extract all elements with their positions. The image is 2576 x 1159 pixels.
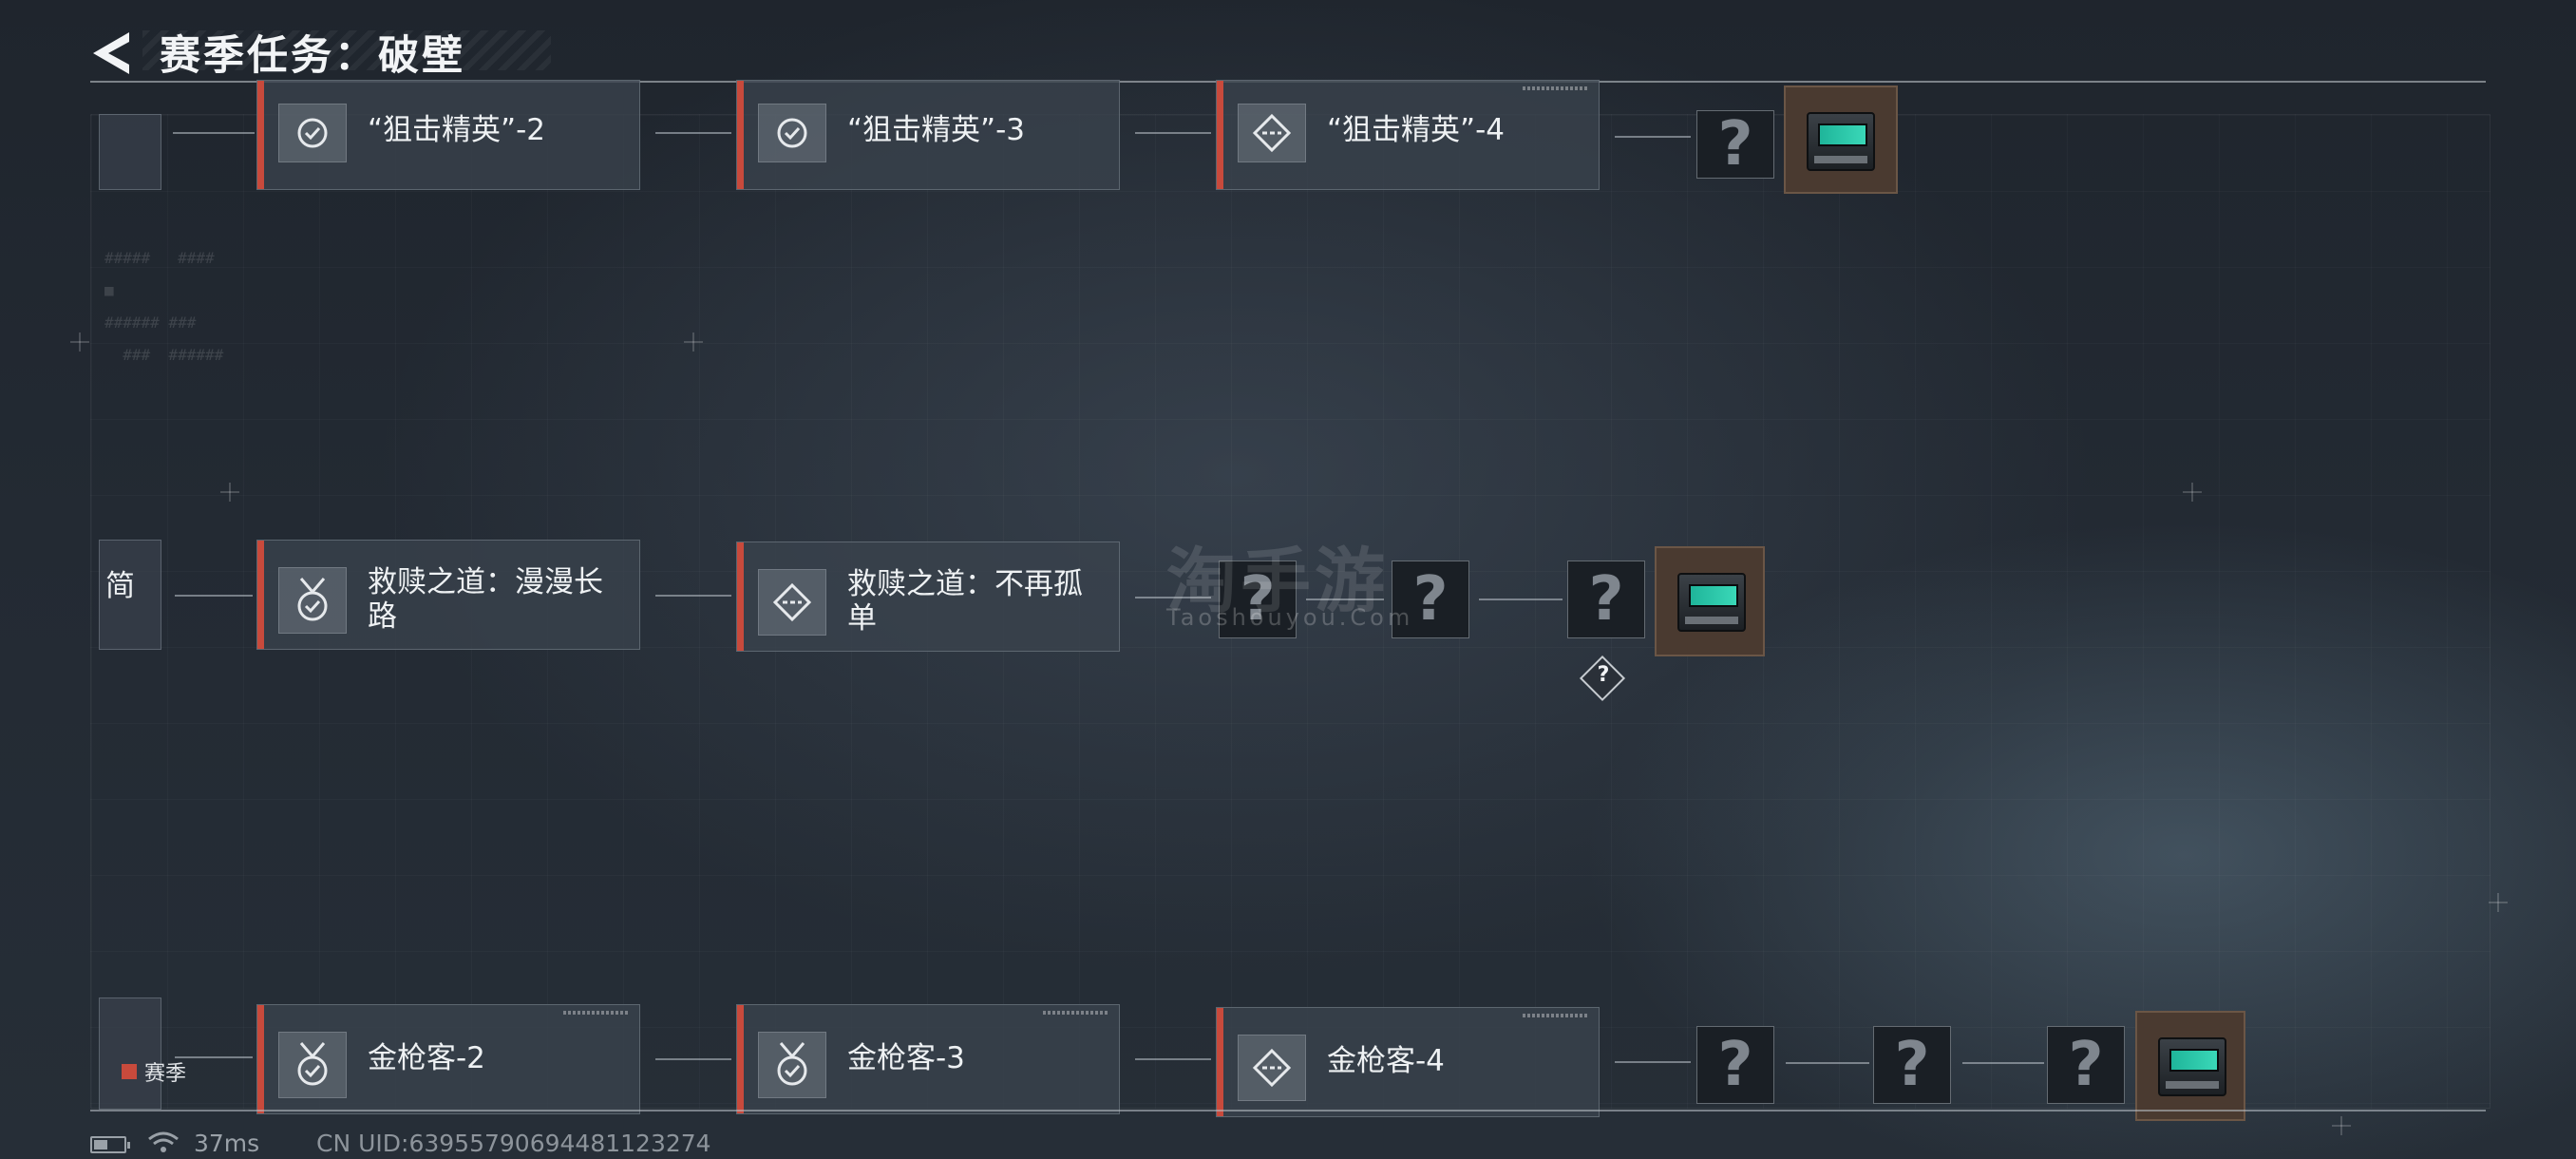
medal-check-icon (278, 1032, 347, 1098)
status-bar (257, 81, 264, 189)
connector-line (655, 595, 731, 597)
node-tag (1523, 1014, 1589, 1017)
page-title: 赛季任务：破壁 (160, 32, 465, 80)
status-bar (1217, 81, 1223, 189)
row-stub-bottom (99, 998, 161, 1110)
locked-task-box[interactable]: ? (1873, 1026, 1951, 1104)
connector-line (655, 132, 731, 134)
status-bar (737, 81, 744, 189)
crosshair-mark (2332, 1116, 2351, 1135)
season-legend-label: 赛季 (144, 1062, 187, 1086)
task-label: 金枪客-2 (368, 1041, 485, 1075)
ping-readout: 37ms (194, 1130, 260, 1157)
crosshair-mark (2183, 483, 2202, 502)
locked-task-box[interactable]: ? (1567, 560, 1645, 638)
row-stub-middle: 简 (99, 540, 161, 650)
status-bar (257, 541, 264, 649)
connector-line (173, 132, 255, 134)
connector-line (1786, 1062, 1869, 1064)
medal-check-icon (278, 567, 347, 634)
task-label: 救赎之道：漫漫长路 (368, 565, 603, 634)
task-node-sniper-4[interactable]: “狙击精英”-4 (1216, 80, 1600, 190)
season-color-swatch (122, 1064, 137, 1079)
connector-line (1135, 1058, 1211, 1060)
node-tag (1043, 1011, 1109, 1015)
unknown-badge-text: ? (1597, 663, 1610, 687)
connector-line (175, 595, 253, 597)
status-bar (1217, 1008, 1223, 1116)
connector-line (1135, 132, 1211, 134)
reward-chest[interactable] (1784, 86, 1898, 194)
connector-line (175, 1056, 253, 1058)
chest-icon (1807, 112, 1875, 171)
user-uid: CN UID:639557906944811​23274 (316, 1130, 711, 1157)
wifi-icon (148, 1131, 179, 1152)
task-label: “狙击精英”-2 (368, 113, 546, 147)
crosshair-mark (684, 332, 703, 352)
connector-line (1962, 1062, 2044, 1064)
connector-line (655, 1058, 731, 1060)
connector-line (1615, 136, 1691, 138)
locked-task-box[interactable]: ? (1696, 109, 1774, 180)
task-node-sniper-3[interactable]: “狙击精英”-3 (736, 80, 1120, 190)
task-node-golden-gun-4[interactable]: 金枪客-4 (1216, 1007, 1600, 1117)
footer-divider (90, 1110, 2486, 1112)
chest-icon (1677, 573, 1746, 632)
row-stub-top (99, 114, 161, 190)
crosshair-mark (70, 332, 89, 352)
task-label: 救赎之道：不再孤单 (847, 567, 1083, 636)
connector-line (1615, 1061, 1691, 1063)
back-button[interactable] (87, 28, 135, 78)
task-node-redemption-long-road[interactable]: 救赎之道：漫漫长路 (256, 540, 640, 650)
dashed-diamond-icon (1238, 1035, 1306, 1101)
status-bar (257, 1005, 264, 1113)
task-node-redemption-not-alone[interactable]: 救赎之道：不再孤单 (736, 542, 1120, 652)
task-label: “狙击精英”-4 (1327, 113, 1506, 147)
battery-icon (90, 1136, 130, 1153)
task-node-sniper-2[interactable]: “狙击精英”-2 (256, 80, 640, 190)
locked-task-box[interactable]: ? (2047, 1026, 2125, 1104)
crosshair-mark (2489, 893, 2508, 912)
task-node-golden-gun-2[interactable]: 金枪客-2 (256, 1004, 640, 1114)
check-circle-icon (758, 104, 826, 162)
task-label: 金枪客-4 (1327, 1044, 1445, 1078)
reward-chest[interactable] (2135, 1011, 2245, 1121)
node-tag (1523, 86, 1589, 90)
status-bar (737, 1005, 744, 1113)
connector-line (1479, 598, 1563, 600)
season-legend: 赛季 (122, 1056, 186, 1087)
node-tag (563, 1011, 630, 1015)
status-bar (737, 542, 744, 651)
crosshair-mark (220, 483, 239, 502)
dashed-diamond-icon (1238, 104, 1306, 162)
dashed-diamond-icon (758, 569, 826, 636)
medal-check-icon (758, 1032, 826, 1098)
back-arrow-icon (93, 32, 129, 74)
reward-chest[interactable] (1655, 546, 1765, 656)
task-label: “狙击精英”-3 (847, 113, 1026, 147)
header: 赛季任务：破壁 (0, 0, 2576, 86)
watermark-url: Taoshouyou.Com (1166, 604, 1414, 631)
decorative-code-text: ##### #### ■ ###### ### ### ###### (104, 249, 224, 364)
task-label: 金枪客-3 (847, 1041, 965, 1075)
chest-icon (2158, 1037, 2226, 1096)
check-circle-icon (278, 104, 347, 162)
task-node-golden-gun-3[interactable]: 金枪客-3 (736, 1004, 1120, 1114)
locked-task-box[interactable]: ? (1696, 1026, 1774, 1104)
